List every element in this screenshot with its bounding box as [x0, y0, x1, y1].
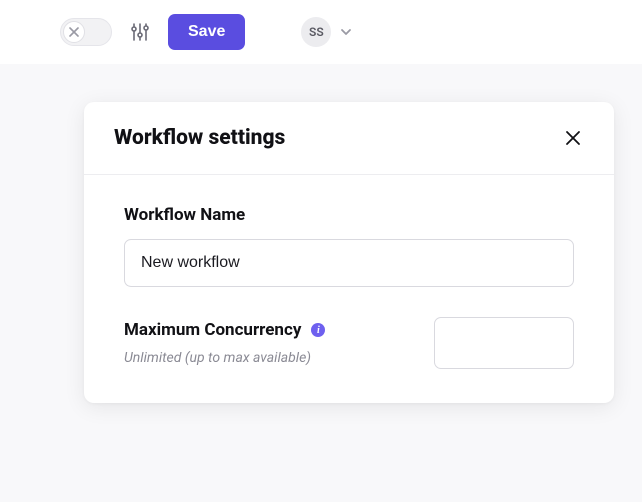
max-concurrency-input[interactable]	[434, 317, 574, 369]
toolbar: Save SS	[0, 0, 642, 64]
panel-title: Workflow settings	[114, 126, 285, 150]
chevron-down-icon	[339, 25, 353, 39]
toggle-knob	[63, 21, 85, 43]
sliders-icon	[130, 22, 150, 42]
save-button[interactable]: Save	[168, 14, 245, 50]
info-icon[interactable]: i	[311, 323, 325, 337]
close-button[interactable]	[562, 127, 584, 149]
workflow-settings-panel: Workflow settings Workflow Name Maximum …	[84, 102, 614, 403]
max-concurrency-label: Maximum Concurrency	[124, 320, 301, 340]
user-menu[interactable]: SS	[301, 17, 353, 47]
main-area: Workflow settings Workflow Name Maximum …	[0, 64, 642, 502]
avatar: SS	[301, 17, 331, 47]
active-toggle[interactable]	[60, 18, 112, 46]
settings-sliders-button[interactable]	[126, 18, 154, 46]
close-icon	[565, 130, 581, 146]
workflow-name-label: Workflow Name	[124, 205, 574, 225]
workflow-name-input[interactable]	[124, 239, 574, 287]
panel-body: Workflow Name Maximum Concurrency i Unli…	[84, 175, 614, 403]
max-concurrency-helper: Unlimited (up to max available)	[124, 350, 325, 366]
close-icon	[69, 27, 79, 37]
panel-header: Workflow settings	[84, 102, 614, 175]
